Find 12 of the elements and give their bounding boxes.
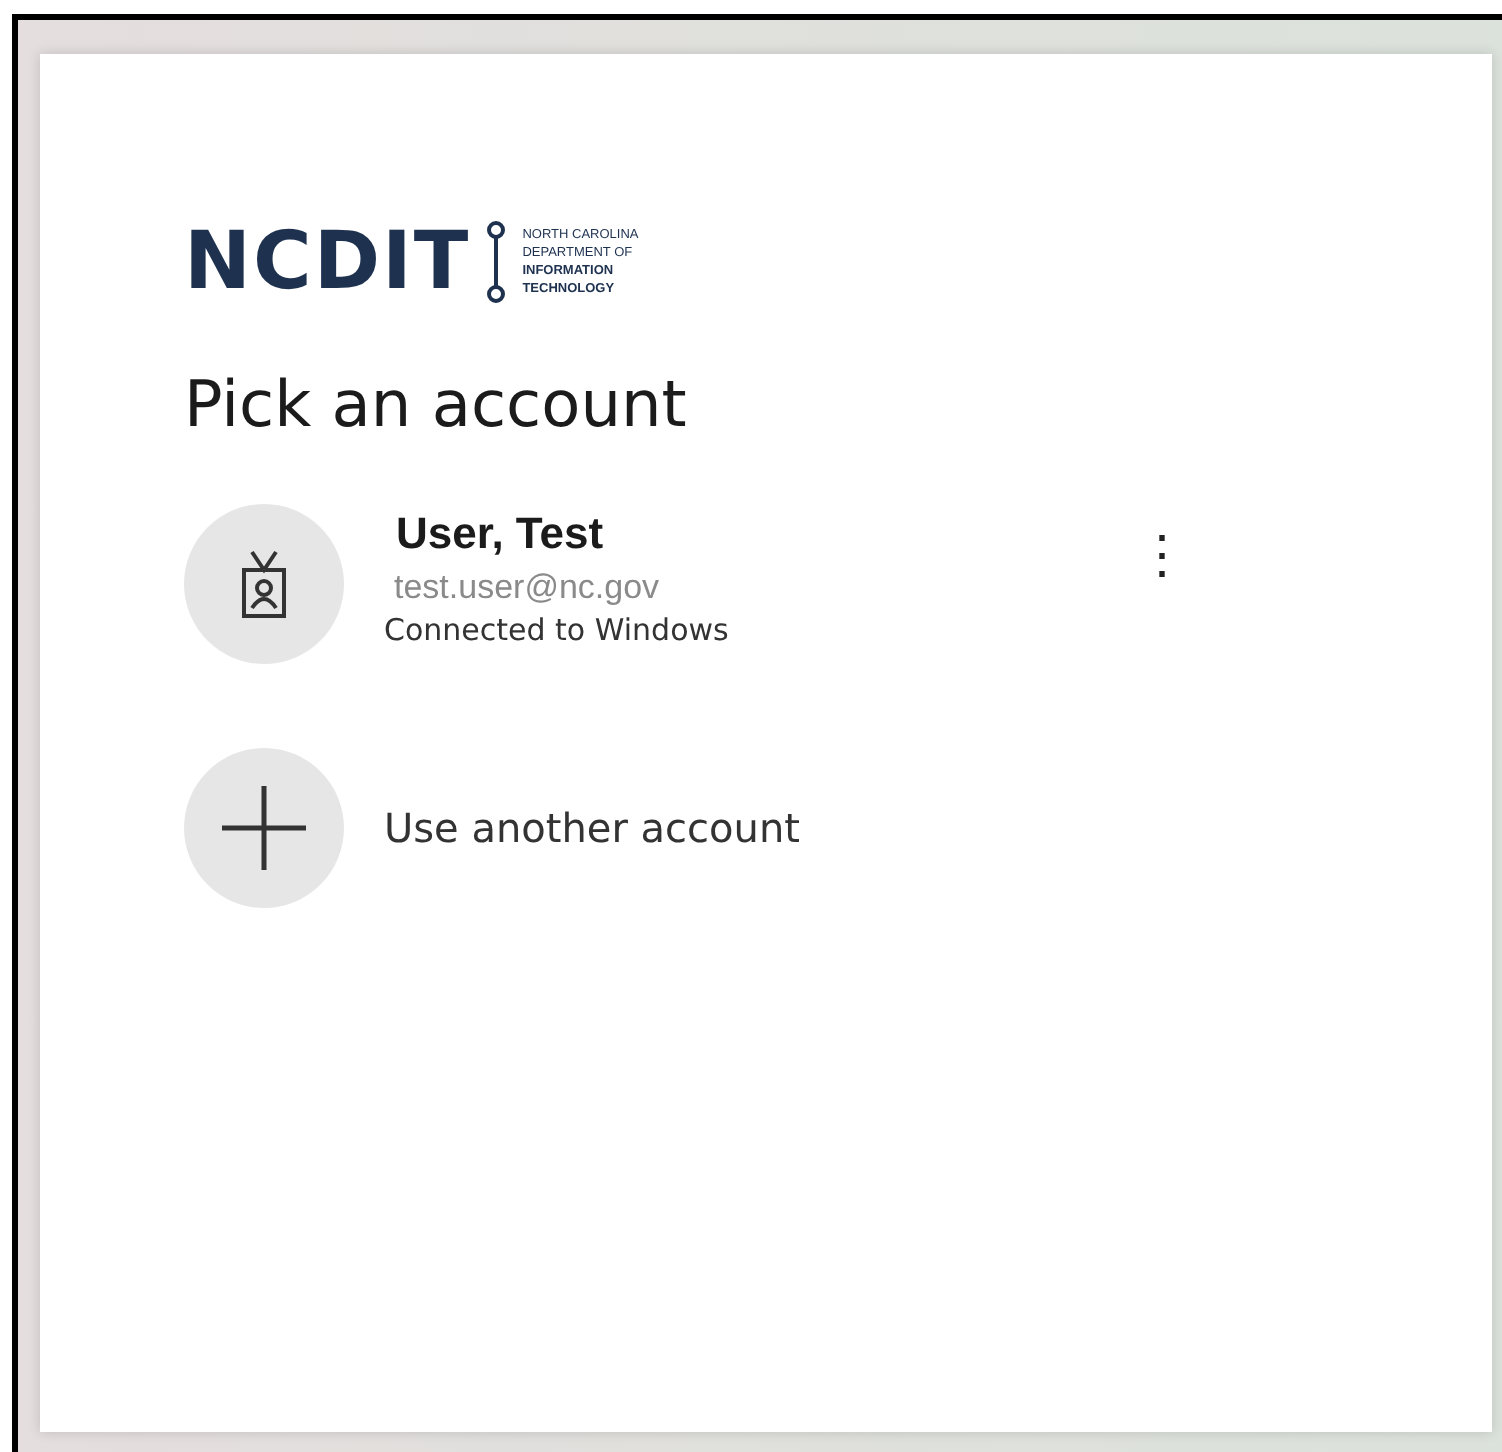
account-name: User, Test [396,506,606,560]
plus-icon [222,786,306,870]
account-email: test.user@nc.gov [394,566,662,610]
use-another-account-tile[interactable]: Use another account [184,748,1372,908]
logo-wordmark: NCDIT [184,222,471,302]
more-options-button[interactable]: ⋮ [1128,528,1196,580]
id-badge-icon [240,550,288,618]
page-title: Pick an account [184,364,689,444]
connector-icon [486,220,507,304]
account-tile[interactable]: User, Test test.user@nc.gov Connected to Windows ⋮ [184,504,1372,664]
use-another-account-label: Use another account [384,802,800,856]
account-status: Connected to Windows [384,610,731,650]
